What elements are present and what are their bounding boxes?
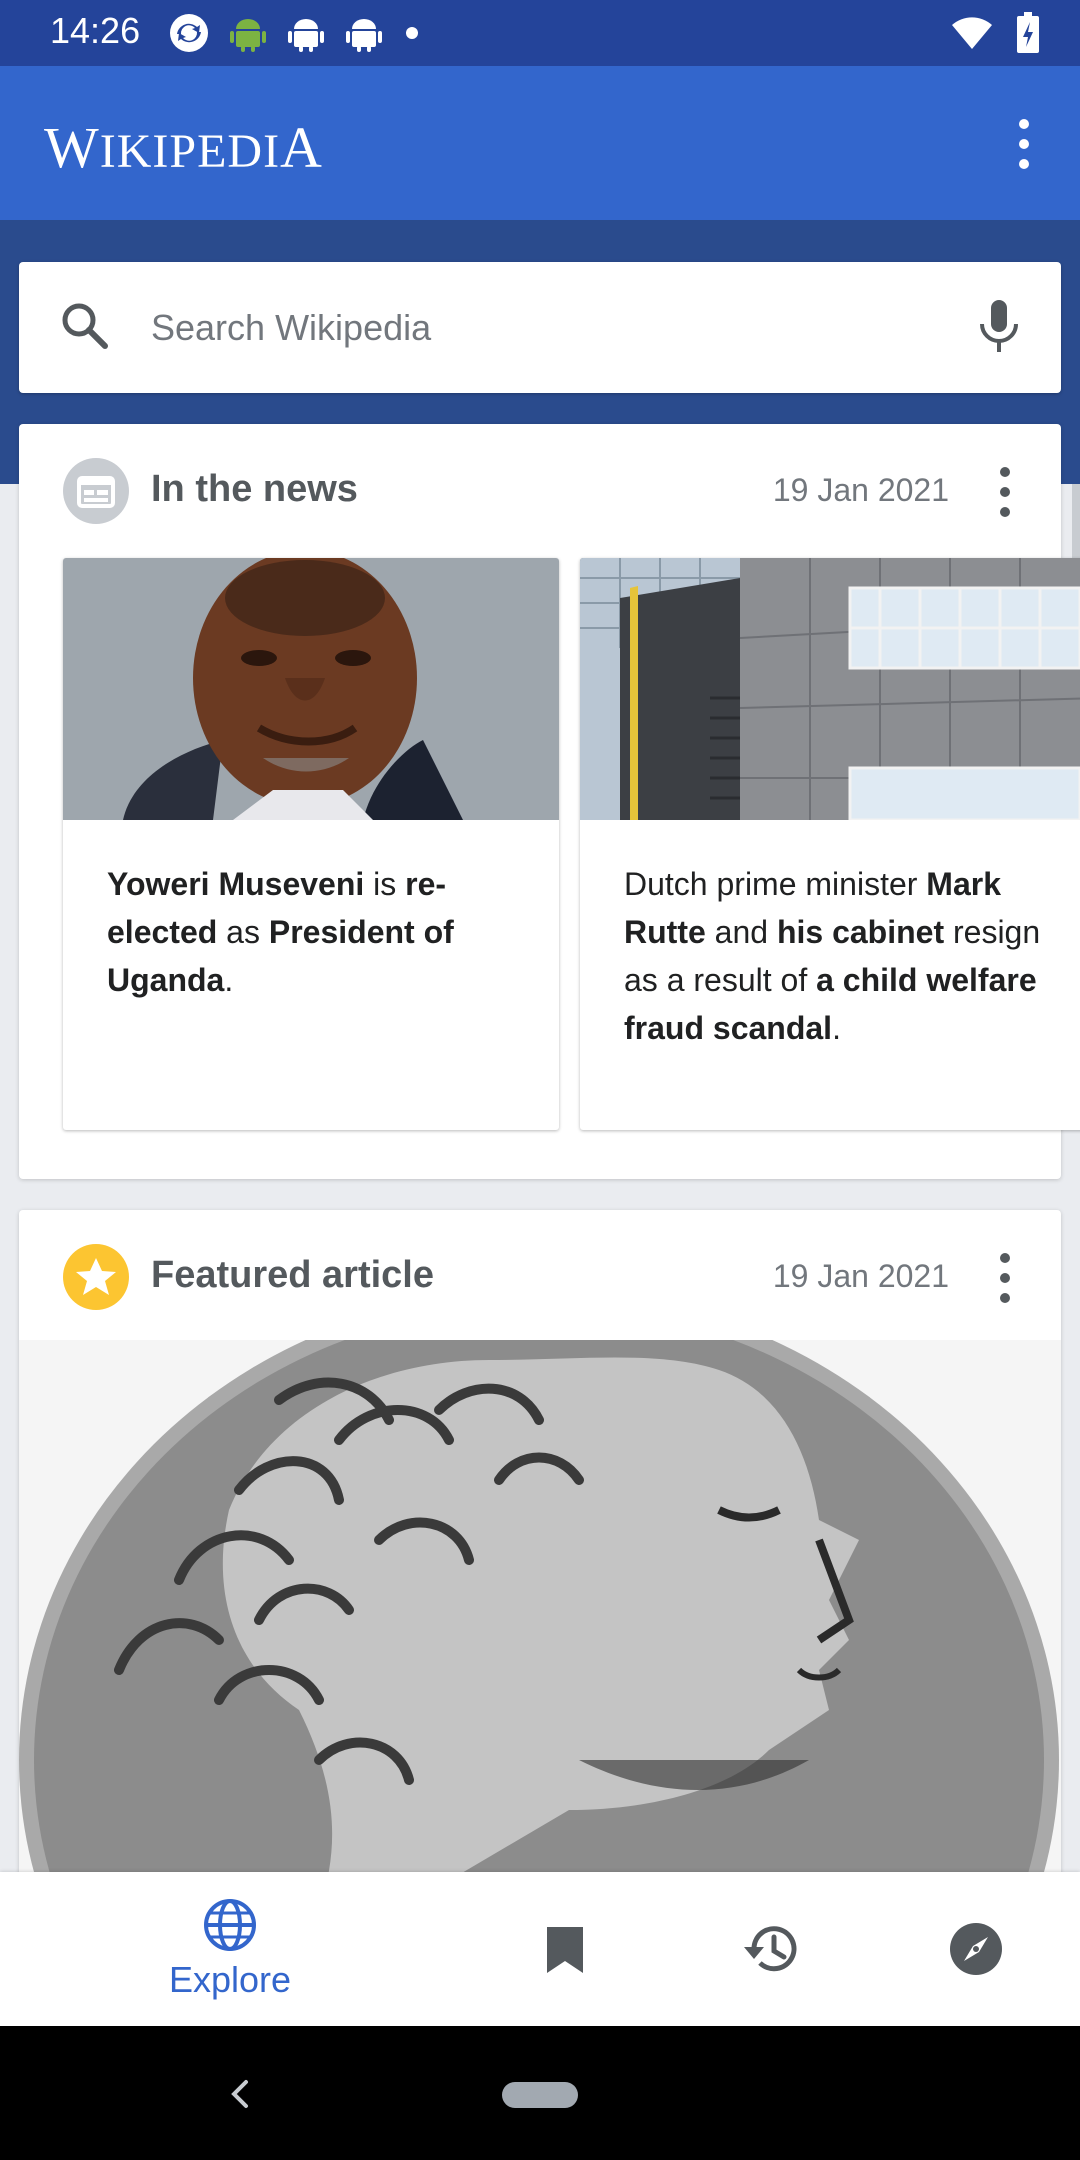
system-navigation-bar — [0, 2026, 1080, 2160]
news-text-segment: Dutch prime minister — [624, 866, 927, 902]
history-icon — [744, 1926, 797, 1972]
news-link[interactable]: his cabinet — [777, 914, 944, 950]
nav-history[interactable] — [722, 1872, 822, 2026]
search-input[interactable] — [149, 292, 933, 364]
nav-explore-label: Explore — [168, 1959, 292, 2000]
wifi-icon — [950, 13, 994, 58]
nav-saved[interactable] — [515, 1872, 615, 2026]
android-icon — [344, 13, 384, 58]
news-text-segment: as — [217, 914, 269, 950]
card-title: Featured article — [151, 1254, 434, 1296]
news-text: Yoweri Museveni is re-elected as Preside… — [107, 860, 529, 1004]
logo-middle: IKIPEDI — [99, 125, 281, 178]
app-bar: WIKIPEDIA — [0, 66, 1080, 220]
bookmark-icon — [547, 1927, 583, 1973]
battery-charging-icon — [1016, 12, 1040, 59]
more-notifications-dot-icon — [402, 23, 422, 48]
more-vert-icon — [1000, 467, 1010, 517]
in-the-news-card: In the news 19 Jan 2021 Yoweri Museveni … — [19, 424, 1080, 1179]
news-link[interactable]: Yoweri Museveni — [107, 866, 364, 902]
logo-last-letter: A — [280, 115, 323, 180]
nav-explore[interactable]: Explore — [150, 1872, 310, 2026]
news-text-segment: and — [705, 914, 777, 950]
card-overflow-button[interactable] — [995, 1250, 1015, 1306]
news-item[interactable]: Yoweri Museveni is re-elected as Preside… — [63, 558, 559, 1130]
more-vert-icon — [1000, 1253, 1010, 1303]
sync-icon — [168, 12, 210, 59]
news-image-building — [580, 558, 1080, 822]
android-green-icon — [228, 13, 268, 58]
status-notification-icons — [168, 12, 422, 59]
globe-icon — [204, 1899, 256, 1951]
news-text-segment: is — [364, 866, 406, 902]
card-header: In the news 19 Jan 2021 — [19, 424, 1061, 554]
card-header: Featured article 19 Jan 2021 — [19, 1210, 1061, 1340]
status-time: 14:26 — [50, 10, 141, 51]
home-button[interactable] — [502, 2082, 578, 2108]
voice-search-button[interactable] — [977, 298, 1021, 361]
news-text-segment: . — [832, 1010, 841, 1046]
search-icon — [59, 300, 111, 357]
nav-nearby[interactable] — [926, 1872, 1026, 2026]
calendar-icon — [63, 458, 129, 524]
card-overflow-button[interactable] — [995, 464, 1015, 520]
card-date: 19 Jan 2021 — [772, 1258, 949, 1294]
overflow-menu-button[interactable] — [1014, 116, 1034, 172]
back-button[interactable] — [228, 2076, 252, 2117]
wikipedia-logo: WIKIPEDIA — [44, 114, 323, 181]
news-text: Dutch prime minister Mark Rutte and his … — [624, 860, 1070, 1052]
search-bar[interactable] — [19, 262, 1061, 393]
logo-first-letter: W — [44, 115, 100, 180]
mic-icon — [980, 300, 1018, 352]
star-icon — [63, 1244, 129, 1310]
bottom-navigation: Explore — [0, 1872, 1080, 2026]
card-title: In the news — [151, 468, 358, 510]
news-text-segment: . — [224, 962, 234, 998]
featured-article-card: Featured article 19 Jan 2021 — [19, 1210, 1061, 1910]
status-system-icons — [950, 12, 1040, 59]
back-icon — [231, 2080, 248, 2108]
featured-article-image[interactable] — [19, 1340, 1061, 1910]
more-vert-icon — [1019, 119, 1029, 169]
news-item[interactable]: Dutch prime minister Mark Rutte and his … — [580, 558, 1080, 1130]
card-date: 19 Jan 2021 — [772, 472, 949, 508]
compass-icon — [950, 1923, 1002, 1975]
android-icon — [286, 13, 326, 58]
news-image-portrait — [63, 558, 559, 820]
status-bar: 14:26 — [0, 0, 1080, 66]
